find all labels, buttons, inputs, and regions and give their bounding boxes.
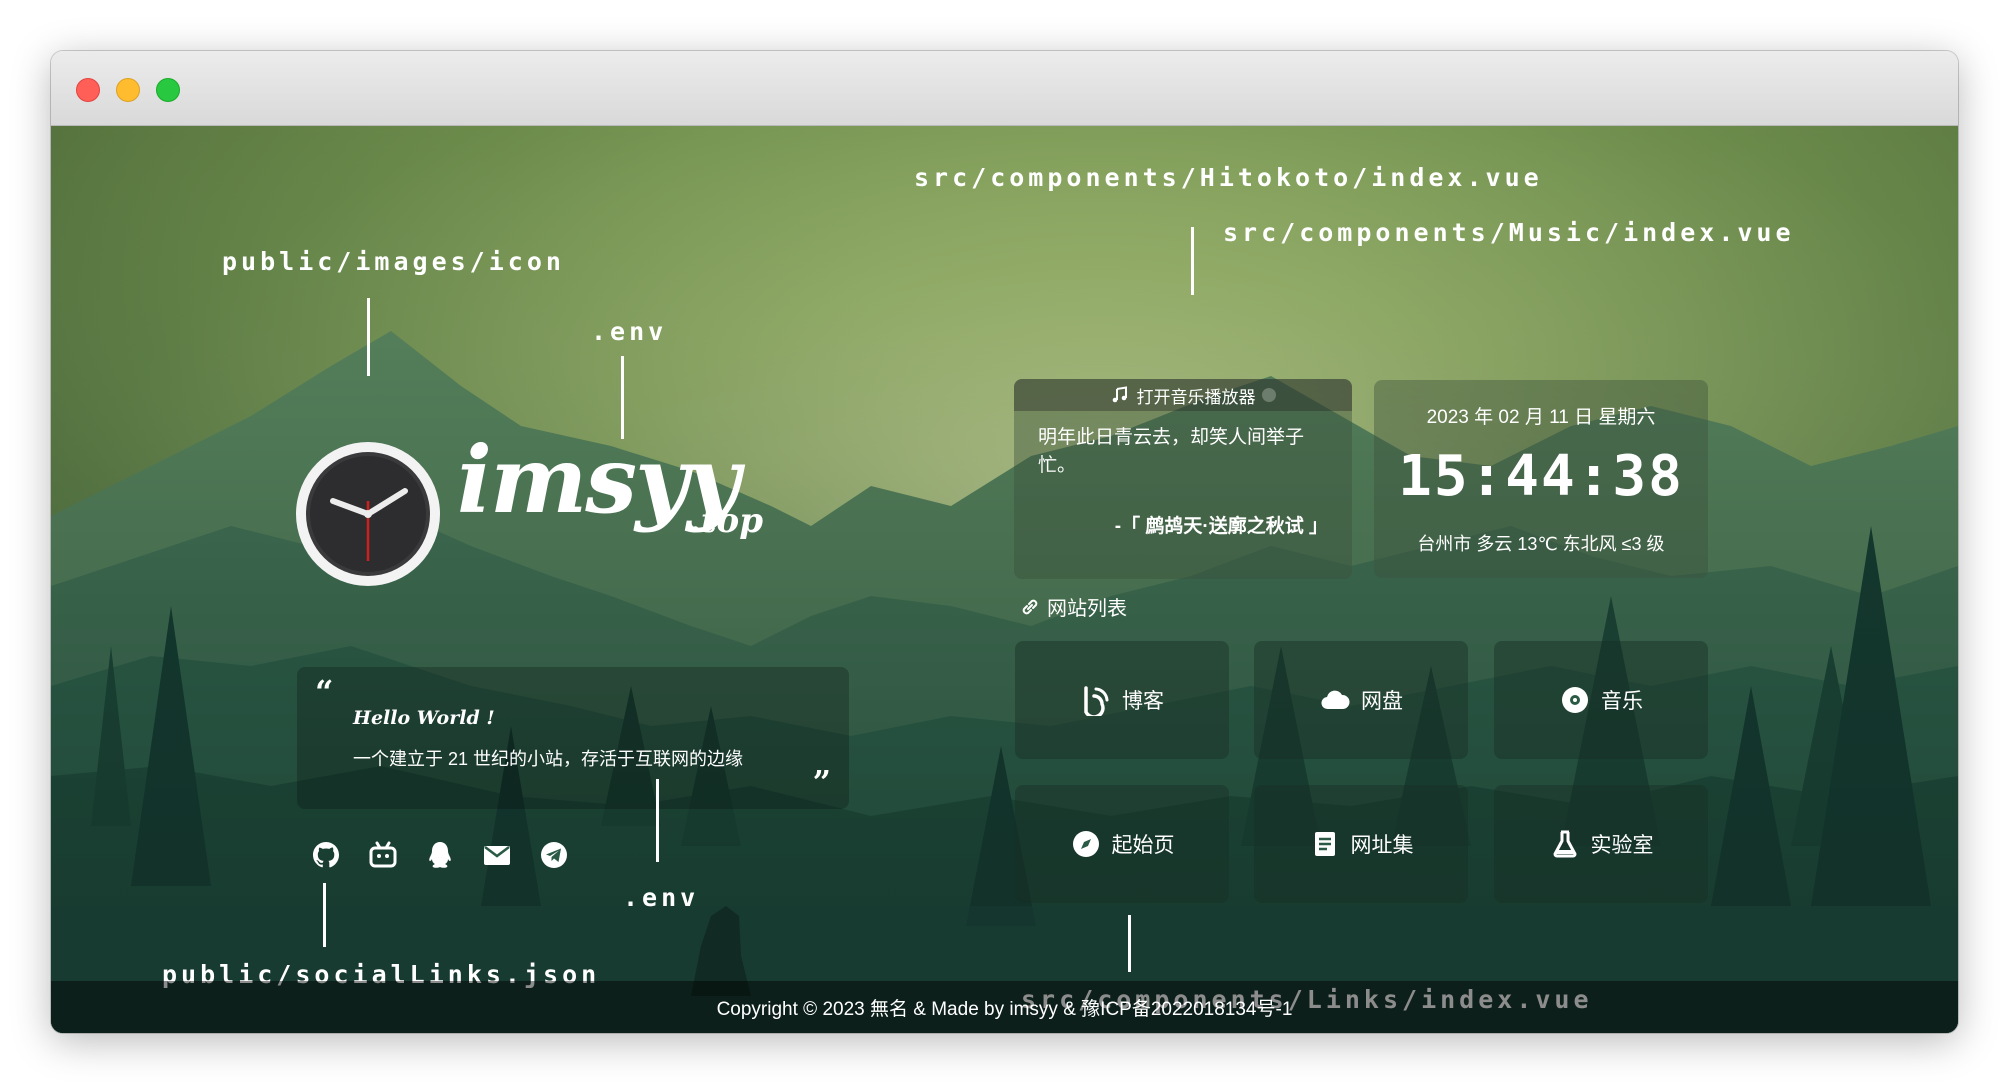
link-card-lab[interactable]: 实验室 [1494, 785, 1708, 903]
page-viewport: src/components/Hitokoto/index.vue src/co… [51, 126, 1958, 1033]
description-box[interactable]: “ Hello World ! 一个建立于 21 世纪的小站，存活于互联网的边缘… [297, 667, 849, 809]
cloud-icon [1321, 690, 1350, 710]
open-quote-icon: “ [315, 673, 334, 711]
close-quote-icon: ” [812, 763, 831, 801]
maximize-window-button[interactable] [156, 78, 180, 102]
logo-tld: .top [689, 501, 763, 541]
music-toggle-label: 打开音乐播放器 [1136, 387, 1256, 407]
bilibili-icon[interactable] [367, 839, 399, 871]
hitokoto-source: -「 鹧鸪天·送廓之秋试 」 [1114, 516, 1328, 537]
flask-icon [1553, 830, 1576, 858]
weather-info: 台州市 多云 13℃ 东北风 ≤3 级 [1417, 534, 1665, 554]
copyright-text[interactable]: Copyright © 2023 無名 & Made by imsyy & 豫I… [717, 994, 1293, 1021]
link-card-music[interactable]: 音乐 [1494, 641, 1708, 759]
description-text: 一个建立于 21 世纪的小站，存活于互联网的边缘 [353, 749, 744, 769]
telegram-icon[interactable] [538, 839, 570, 871]
hello-text: Hello World ! [353, 707, 495, 729]
current-date: 2023 年 02 月 11 日 星期六 [1426, 407, 1656, 428]
link-label: 博客 [1122, 690, 1164, 713]
music-player-toggle[interactable]: 打开音乐播放器 [1014, 379, 1352, 411]
hitokoto-path-annotation: src/components/Hitokoto/index.vue [914, 163, 1543, 192]
env-desc-annotation: .env [623, 883, 700, 912]
toggle-knob [1262, 388, 1276, 402]
env-desc-annotation-line [656, 779, 659, 862]
github-icon[interactable] [310, 839, 342, 871]
link-icon [1022, 599, 1038, 614]
link-label: 起始页 [1111, 834, 1175, 857]
music-disc-icon [1562, 687, 1588, 713]
music-path-annotation: src/components/Music/index.vue [1223, 218, 1795, 247]
close-window-button[interactable] [76, 78, 100, 102]
hitokoto-text: 明年此日青云去，却笑人间举子忙。 [1038, 427, 1305, 476]
hitokoto-annotation-line [1191, 227, 1194, 295]
social-annotation-line [323, 883, 326, 947]
links-annotation-line [1128, 915, 1131, 972]
links-section-title: 网站列表 [1019, 592, 1127, 621]
browser-window: src/components/Hitokoto/index.vue src/co… [51, 51, 1958, 1033]
footer: Copyright © 2023 無名 & Made by imsyy & 豫I… [51, 981, 1958, 1033]
email-icon[interactable] [481, 839, 513, 871]
link-card-blog[interactable]: 博客 [1015, 641, 1229, 759]
link-card-start-page[interactable]: 起始页 [1015, 785, 1229, 903]
env-logo-annotation: .env [591, 317, 668, 346]
icon-path-annotation: public/images/icon [222, 247, 565, 276]
link-label: 网址集 [1350, 834, 1414, 857]
document-icon [1314, 832, 1335, 856]
link-label: 网盘 [1361, 690, 1403, 713]
window-titlebar [51, 51, 1958, 126]
clock-logo-icon [296, 442, 440, 586]
current-time: 15:44:38 [1398, 444, 1684, 509]
music-note-icon [1112, 386, 1127, 403]
minimize-window-button[interactable] [116, 78, 140, 102]
hitokoto-card[interactable]: 打开音乐播放器 明年此日青云去，却笑人间举子忙。 -「 鹧鸪天·送廓之秋试 」 [1014, 379, 1352, 579]
qq-icon[interactable] [424, 839, 456, 871]
icon-annotation-line [367, 298, 370, 376]
link-label: 实验室 [1590, 834, 1654, 857]
link-label: 音乐 [1601, 690, 1643, 713]
link-card-bookmarks[interactable]: 网址集 [1254, 785, 1468, 903]
link-card-cloud[interactable]: 网盘 [1254, 641, 1468, 759]
blog-icon [1084, 686, 1109, 716]
compass-icon [1072, 831, 1099, 857]
links-title-label: 网站列表 [1047, 598, 1127, 620]
time-weather-card: 2023 年 02 月 11 日 星期六 15:44:38 台州市 多云 13℃… [1374, 380, 1708, 578]
